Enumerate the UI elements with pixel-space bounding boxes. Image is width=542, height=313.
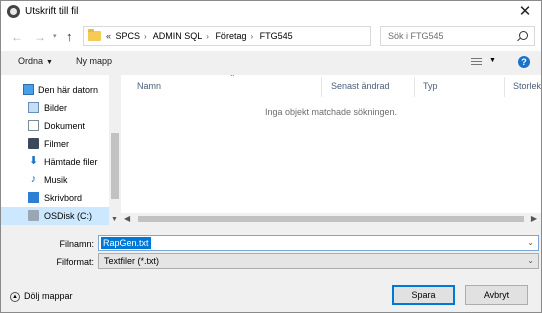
sidebar-item-label: Filmer	[44, 139, 69, 149]
sidebar-item-label: Skrivbord	[44, 193, 83, 203]
sidebar-item-documents[interactable]: Dokument	[1, 117, 109, 135]
desktop-icon	[28, 192, 39, 203]
recent-locations-chevron-icon[interactable]: ▾	[53, 32, 57, 40]
scrollbar-thumb[interactable]	[138, 216, 524, 222]
sidebar-item-downloads[interactable]: ⬇ Hämtade filer	[1, 153, 109, 171]
toolbar: Ordna ▼ Ny mapp ▼ ?	[1, 51, 541, 73]
sidebar-item-desktop[interactable]: Skrivbord	[1, 189, 109, 207]
breadcrumb-item[interactable]: Företag	[215, 31, 246, 41]
filetype-label: Filformat:	[56, 257, 94, 267]
hide-folders-button[interactable]: ▲ Dölj mappar	[10, 291, 73, 302]
chevron-left-icon[interactable]: ◀	[124, 214, 130, 223]
help-icon[interactable]: ?	[518, 56, 530, 68]
title-bar: Utskrift till fil ✕	[1, 1, 541, 23]
organize-button[interactable]: Ordna ▼	[18, 56, 53, 66]
chevron-down-icon: ▼	[46, 59, 53, 66]
column-header-name[interactable]: Namn	[137, 81, 161, 91]
view-options-icon[interactable]	[471, 58, 482, 66]
downloads-icon: ⬇	[28, 155, 39, 167]
search-icon[interactable]	[519, 31, 528, 40]
save-dialog: Utskrift till fil ✕ ← → ▾ ↑ « SPCS › ADMI…	[0, 0, 542, 313]
chevron-down-icon[interactable]: ▼	[489, 57, 496, 64]
breadcrumb: « SPCS › ADMIN SQL › Företag › FTG545	[106, 31, 293, 41]
sidebar-item-videos[interactable]: Filmer	[1, 135, 109, 153]
cancel-button[interactable]: Avbryt	[465, 285, 528, 305]
chevron-down-icon[interactable]: ▼	[111, 216, 118, 223]
sort-ascending-icon: ⌃	[229, 75, 236, 82]
filename-field[interactable]: RapGen.txt ⌄	[98, 235, 539, 251]
music-icon: ♪	[30, 173, 37, 185]
filetype-select[interactable]: Textfiler (*.txt) ⌄	[98, 253, 539, 269]
new-folder-button[interactable]: Ny mapp	[76, 56, 112, 66]
address-bar[interactable]: « SPCS› ADMIN SQL› Företag› FTG545 ▾ ↻	[83, 26, 445, 46]
back-arrow-icon[interactable]: ←	[11, 30, 23, 44]
chevron-down-icon: ⌄	[527, 256, 534, 265]
column-divider[interactable]	[414, 77, 415, 97]
save-button[interactable]: Spara	[392, 285, 455, 305]
chevron-down-icon[interactable]: ⌄	[527, 238, 534, 247]
search-input[interactable]: Sök i FTG545	[380, 26, 535, 46]
documents-icon	[28, 120, 39, 131]
sidebar-item-music[interactable]: ♪ Musik	[1, 171, 109, 189]
filename-value: RapGen.txt	[101, 237, 151, 249]
breadcrumb-item[interactable]: ADMIN SQL	[153, 31, 203, 41]
hide-folders-label: Dölj mappar	[24, 291, 73, 301]
sidebar-item-label: Hämtade filer	[44, 157, 98, 167]
app-icon	[7, 5, 20, 18]
chevron-right-icon[interactable]: ›	[144, 32, 147, 41]
column-divider[interactable]	[504, 77, 505, 97]
scrollbar-thumb[interactable]	[111, 133, 119, 199]
file-list: ⌃ Namn Senast ändrad Typ Storlek Inga ob…	[121, 75, 541, 225]
horizontal-scrollbar[interactable]: ◀ ▶	[121, 213, 541, 225]
forward-arrow-icon[interactable]: →	[34, 30, 46, 44]
column-divider[interactable]	[321, 77, 322, 97]
sidebar-item-label: Den här datorn	[38, 85, 99, 95]
sidebar-item-label: OSDisk (C:)	[44, 211, 92, 221]
navigation-pane: Den här datorn Bilder Dokument Filmer ⬇ …	[1, 75, 121, 225]
up-arrow-icon[interactable]: ↑	[66, 29, 73, 44]
videos-icon	[28, 138, 39, 149]
sidebar-item-label: Bilder	[44, 103, 68, 113]
folder-icon	[88, 29, 101, 41]
close-icon: ✕	[518, 3, 532, 20]
sidebar-item-label: Dokument	[44, 121, 86, 131]
breadcrumb-item[interactable]: SPCS	[116, 31, 141, 41]
chevron-right-icon[interactable]: ▶	[531, 214, 537, 223]
window-title: Utskrift till fil	[25, 6, 79, 17]
computer-icon	[23, 84, 34, 95]
breadcrumb-item[interactable]: FTG545	[260, 31, 293, 41]
navigation-scrollbar[interactable]: ▼	[109, 75, 121, 225]
column-header-type[interactable]: Typ	[423, 81, 438, 91]
chevron-right-icon[interactable]: ›	[206, 32, 209, 41]
column-header-modified[interactable]: Senast ändrad	[331, 81, 390, 91]
filename-label: Filnamn:	[59, 239, 94, 249]
disk-icon	[28, 210, 39, 221]
sidebar-item-osdisk[interactable]: OSDisk (C:)	[1, 207, 109, 225]
column-header-size[interactable]: Storlek	[513, 81, 541, 91]
organize-label: Ordna	[18, 56, 44, 66]
navigation-bar: ← → ▾ ↑ « SPCS › ADMIN SQL › Företag › FTG5…	[1, 23, 541, 51]
search-placeholder: Sök i FTG545	[388, 31, 444, 41]
empty-message: Inga objekt matchade sökningen.	[264, 107, 398, 117]
chevron-up-icon: ▲	[10, 291, 20, 302]
close-button[interactable]: ✕	[509, 1, 541, 23]
pictures-icon	[28, 102, 39, 113]
breadcrumb-overflow[interactable]: «	[106, 31, 111, 41]
sidebar-item-pictures[interactable]: Bilder	[1, 99, 109, 117]
filetype-value: Textfiler (*.txt)	[104, 256, 160, 266]
sidebar-item-label: Musik	[44, 175, 68, 185]
sidebar-item-this-pc[interactable]: Den här datorn	[1, 81, 109, 99]
chevron-right-icon[interactable]: ›	[250, 32, 253, 41]
